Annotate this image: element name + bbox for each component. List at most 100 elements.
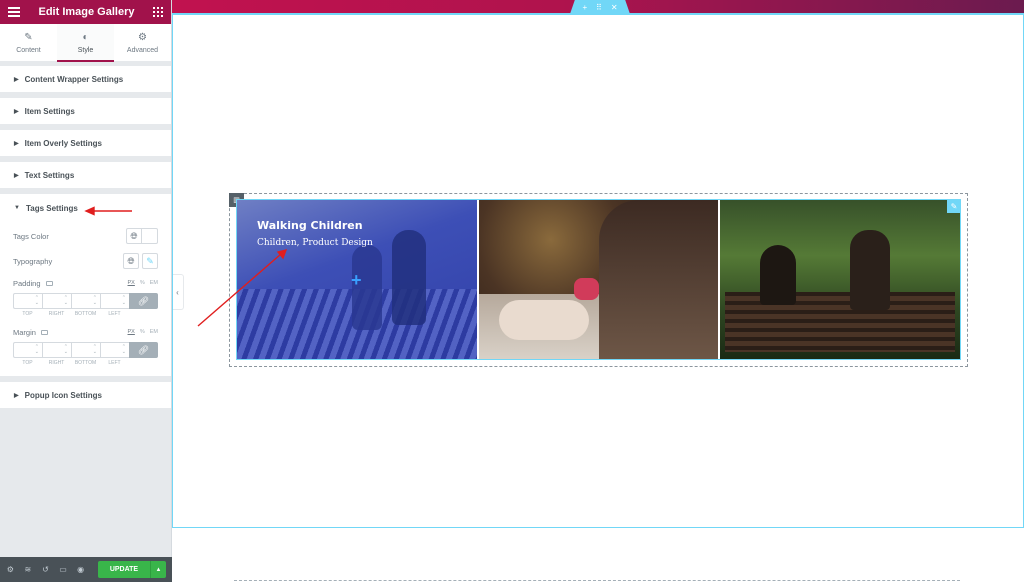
dim-label-left: LEFT [108, 311, 121, 317]
unit-percent[interactable]: % [140, 280, 145, 286]
dim-label-top: TOP [22, 360, 33, 366]
padding-label: Padding [13, 278, 41, 288]
preview-eye-icon[interactable]: ◉ [76, 565, 85, 574]
section-label: Popup Icon Settings [24, 390, 102, 400]
gear-icon: ⚙ [138, 31, 147, 43]
gallery-item-title: Walking Children [257, 219, 363, 232]
photo-father [598, 200, 719, 359]
padding-inputs: ⌃ ⌄ ⌃ ⌄ ⌃ ⌄ ⌃ ⌄ 🔗︎ [13, 293, 158, 309]
drag-handle-icon[interactable]: ⠿ [596, 3, 602, 12]
gallery-item-father-baby[interactable] [478, 200, 719, 359]
globe-icon[interactable]: 🌐︎ [126, 228, 142, 244]
gallery-item-tags: Children, Product Design [257, 238, 373, 248]
dim-label-right: RIGHT [48, 360, 65, 366]
color-picker[interactable] [142, 228, 158, 244]
add-section-placeholder [234, 580, 960, 581]
padding-dim-labels: TOP RIGHT BOTTOM LEFT [13, 311, 158, 317]
photo-baby [498, 300, 589, 340]
edit-widget-pencil-icon[interactable]: ✎ [947, 199, 961, 213]
caret-down-icon: ▼ [14, 205, 20, 211]
link-values-icon[interactable]: 🔗︎ [129, 293, 158, 309]
tab-content-label: Content [16, 46, 41, 54]
responsive-icon[interactable]: ▭ [59, 565, 68, 574]
editor-sidebar: Edit Image Gallery ✎ Content ◐ Style ⚙ A… [0, 0, 172, 582]
margin-header-row: Margin PX % EM [0, 325, 171, 339]
history-icon[interactable]: ↺ [41, 565, 50, 574]
section-label: Item Overly Settings [24, 138, 102, 148]
margin-right-input[interactable]: ⌃ ⌄ [42, 342, 71, 358]
unit-em[interactable]: EM [150, 280, 158, 286]
unit-em[interactable]: EM [150, 329, 158, 335]
chevron-up-icon[interactable]: ▲ [149, 561, 166, 578]
unit-percent[interactable]: % [140, 329, 145, 335]
layers-icon[interactable]: ≋ [24, 565, 33, 574]
section-label: Text Settings [24, 170, 75, 180]
section-label: Tags Settings [25, 203, 78, 213]
margin-label: Margin [13, 327, 36, 337]
padding-header-row: Padding PX % EM [0, 276, 171, 290]
caret-right-icon: ▶ [14, 108, 19, 115]
photo-person [850, 230, 891, 310]
dim-label-top: TOP [22, 311, 33, 317]
contrast-icon: ◐ [82, 31, 89, 43]
plus-icon[interactable]: + [351, 271, 362, 289]
desktop-icon[interactable] [40, 329, 48, 335]
margin-bottom-input[interactable]: ⌃ ⌄ [71, 342, 100, 358]
section-content-wrapper-settings[interactable]: ▶ Content Wrapper Settings [0, 66, 171, 92]
section-text-settings[interactable]: ▶ Text Settings [0, 162, 171, 188]
caret-right-icon: ▶ [14, 172, 19, 179]
section-handle[interactable]: + ⠿ ✕ [570, 0, 630, 14]
unit-selector: PX % EM [128, 280, 158, 286]
caret-right-icon: ▶ [14, 392, 19, 399]
tab-advanced[interactable]: ⚙ Advanced [114, 24, 171, 61]
padding-left-input[interactable]: ⌃ ⌄ [100, 293, 129, 309]
margin-left-input[interactable]: ⌃ ⌄ [100, 342, 129, 358]
section-label: Item Settings [24, 106, 75, 116]
margin-top-input[interactable]: ⌃ ⌄ [13, 342, 42, 358]
pencil-edit-icon[interactable]: ✎ [142, 253, 158, 269]
typography-label: Typography [13, 256, 53, 266]
image-gallery-widget[interactable]: Walking Children Children, Product Desig… [236, 199, 961, 360]
tab-style-label: Style [77, 46, 94, 54]
tags-color-label: Tags Color [13, 231, 49, 241]
dim-label-bottom: BOTTOM [74, 360, 97, 366]
gallery-item-walking-children[interactable]: Walking Children Children, Product Desig… [237, 200, 477, 359]
tab-advanced-label: Advanced [126, 46, 159, 54]
gallery-item-park-bench[interactable] [720, 200, 961, 359]
unit-selector: PX % EM [128, 329, 158, 335]
widgets-grid-icon[interactable] [152, 7, 163, 17]
desktop-icon[interactable] [45, 280, 53, 286]
unit-px[interactable]: PX [128, 329, 135, 335]
photo-person [760, 245, 797, 305]
section-popup-icon-settings[interactable]: ▶ Popup Icon Settings [0, 382, 171, 408]
globe-icon[interactable]: 🌐︎ [123, 253, 139, 269]
section-tags-settings[interactable]: ▼ Tags Settings [0, 194, 171, 222]
tags-settings-panel: ▼ Tags Settings Tags Color 🌐︎ Typography… [0, 194, 171, 376]
dim-label-left: LEFT [108, 360, 121, 366]
settings-icon[interactable]: ⚙ [6, 565, 15, 574]
caret-right-icon: ▶ [14, 76, 19, 83]
section-item-settings[interactable]: ▶ Item Settings [0, 98, 171, 124]
padding-bottom-input[interactable]: ⌃ ⌄ [71, 293, 100, 309]
update-button[interactable]: UPDATE [97, 561, 150, 578]
margin-inputs: ⌃ ⌄ ⌃ ⌄ ⌃ ⌄ ⌃ ⌄ 🔗︎ [13, 342, 158, 358]
tab-content[interactable]: ✎ Content [0, 24, 57, 61]
section-item-overly-settings[interactable]: ▶ Item Overly Settings [0, 130, 171, 156]
hamburger-menu-icon[interactable] [8, 7, 20, 17]
padding-top-input[interactable]: ⌃ ⌄ [13, 293, 42, 309]
photo-hat [573, 278, 599, 300]
add-section-icon[interactable]: + [582, 3, 587, 12]
panel-title: Edit Image Gallery [38, 6, 135, 18]
unit-px[interactable]: PX [128, 280, 135, 286]
photo-child [392, 230, 426, 325]
close-icon[interactable]: ✕ [611, 3, 618, 12]
sidebar-footer: ⚙ ≋ ↺ ▭ ◉ UPDATE ▲ [0, 557, 172, 582]
sidebar-header: Edit Image Gallery [0, 0, 171, 24]
padding-right-input[interactable]: ⌃ ⌄ [42, 293, 71, 309]
link-values-icon[interactable]: 🔗︎ [129, 342, 158, 358]
section-label: Content Wrapper Settings [24, 74, 124, 84]
tab-style[interactable]: ◐ Style [57, 24, 114, 62]
typography-row: Typography 🌐︎ ✎ [0, 248, 171, 274]
panel-tabs: ✎ Content ◐ Style ⚙ Advanced [0, 24, 171, 62]
caret-right-icon: ▶ [14, 140, 19, 147]
